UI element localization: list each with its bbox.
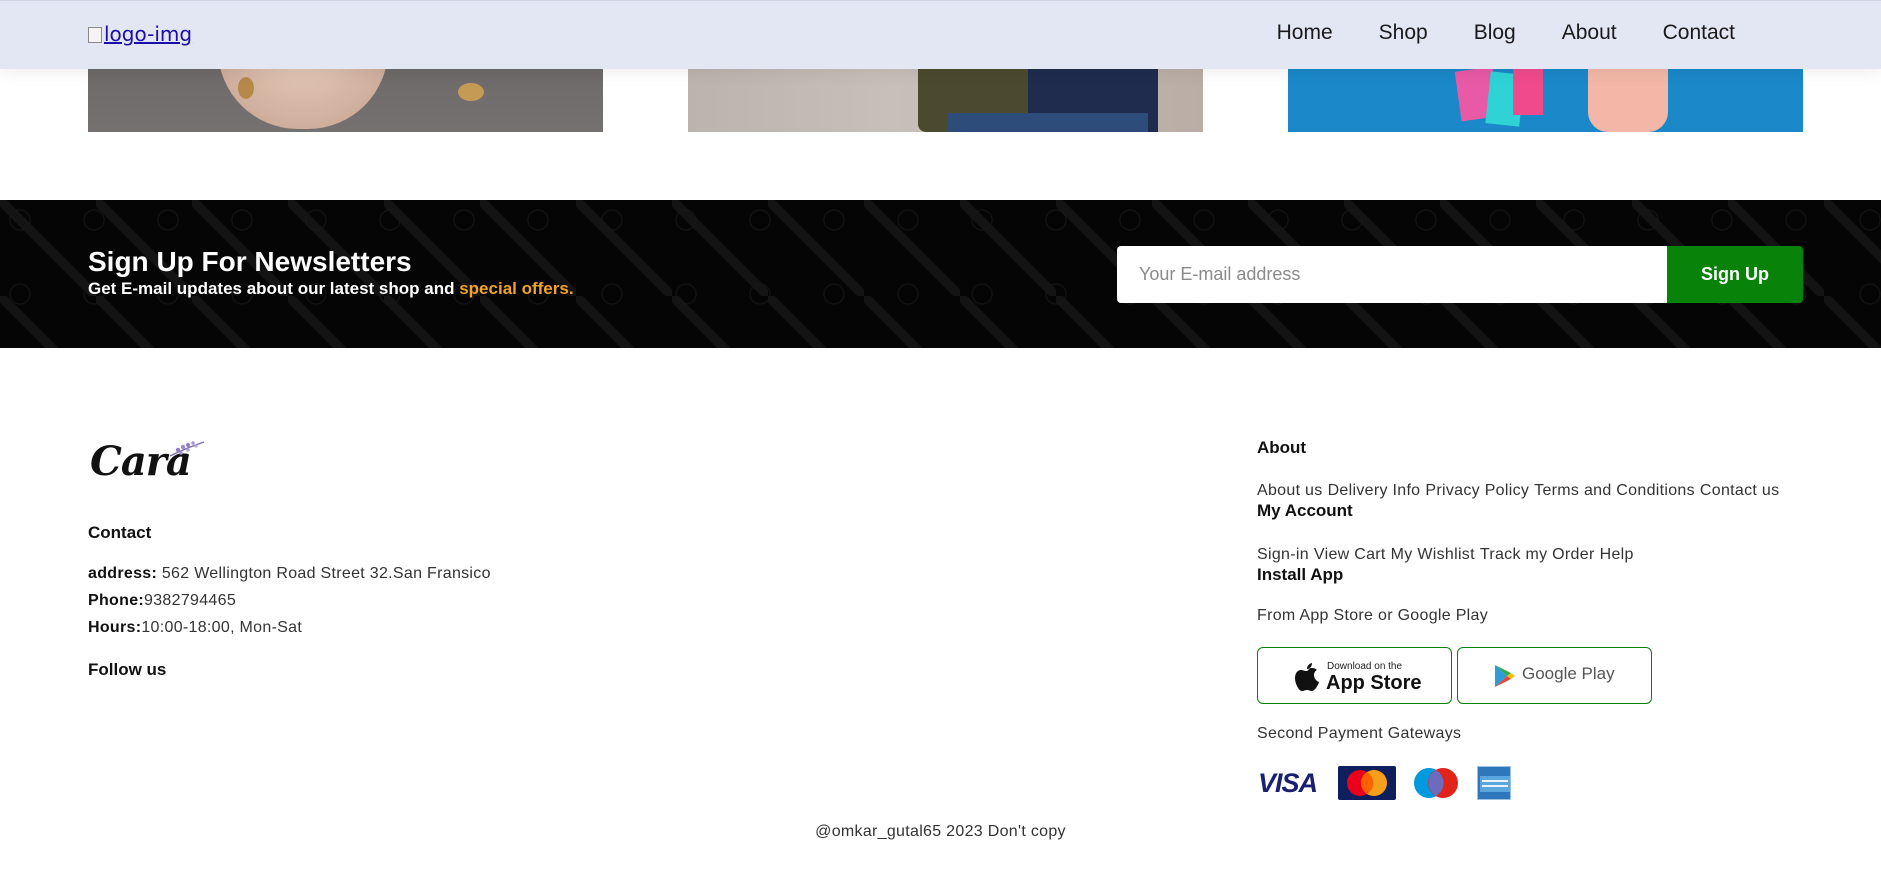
address-label: address: <box>88 565 158 582</box>
banner-image-shopping <box>1288 69 1803 132</box>
site-header: logo-img Home Shop Blog About Contact <box>0 0 1881 69</box>
mastercard-logo <box>1338 766 1396 800</box>
mastercard-icon <box>1347 770 1387 796</box>
contact-phone: Phone:9382794465 <box>88 592 236 610</box>
app-store-small-text: Download on the <box>1327 661 1403 672</box>
link-privacy-policy[interactable]: Privacy Policy <box>1425 482 1529 500</box>
contact-heading: Contact <box>88 523 152 542</box>
link-my-wishlist[interactable]: My Wishlist <box>1391 546 1475 564</box>
contact-hours: Hours:10:00-18:00, Mon-Sat <box>88 619 302 637</box>
app-store-text: App Store <box>1326 672 1422 694</box>
sign-up-button[interactable]: Sign Up <box>1667 246 1803 303</box>
hours-value: 10:00-18:00, Mon-Sat <box>141 619 303 636</box>
about-heading: About <box>1257 438 1307 457</box>
nav-about[interactable]: About <box>1562 21 1617 45</box>
link-delivery-info[interactable]: Delivery Info <box>1328 482 1421 500</box>
about-links: About us Delivery Info Privacy Policy Te… <box>1257 482 1779 500</box>
logo-alt-text: logo-img <box>104 22 193 46</box>
payment-gateways-text: Second Payment Gateways <box>1257 725 1462 742</box>
google-play-text: Google Play <box>1522 664 1615 683</box>
link-help[interactable]: Help <box>1600 546 1634 564</box>
maestro-logo <box>1407 766 1465 800</box>
follow-us-heading: Follow us <box>88 660 167 679</box>
address-value: 562 Wellington Road Street 32.San Fransi… <box>157 565 491 582</box>
contact-address: address: 562 Wellington Road Street 32.S… <box>88 565 491 583</box>
google-play-button[interactable]: Google Play <box>1457 647 1652 704</box>
install-app-heading: Install App <box>1257 565 1344 584</box>
phone-value: 9382794465 <box>144 592 237 609</box>
amex-logo <box>1477 766 1511 800</box>
newsletter-subtitle-text: Get E-mail updates about our latest shop… <box>88 279 460 298</box>
phone-label: Phone: <box>88 592 145 609</box>
link-view-cart[interactable]: View Cart <box>1314 546 1386 564</box>
apple-icon <box>1295 663 1319 691</box>
visa-logo: VISA <box>1258 766 1324 800</box>
nav-shop[interactable]: Shop <box>1379 21 1428 45</box>
broken-image-icon <box>88 27 102 43</box>
logo-link[interactable]: logo-img <box>88 22 192 46</box>
banner-image-couple <box>688 69 1203 132</box>
lavender-sprig-icon <box>169 441 205 457</box>
hours-label: Hours: <box>88 619 142 636</box>
amex-icon <box>1480 776 1510 792</box>
nav-blog[interactable]: Blog <box>1474 21 1516 45</box>
link-contact-us[interactable]: Contact us <box>1700 482 1779 500</box>
main-nav: Home Shop Blog About Contact <box>1277 21 1735 45</box>
nav-home[interactable]: Home <box>1277 21 1333 45</box>
banner-image-jewelry <box>88 69 603 132</box>
newsletter-subtitle: Get E-mail updates about our latest shop… <box>88 279 574 299</box>
newsletter-email-input[interactable] <box>1117 246 1667 303</box>
newsletter-title: Sign Up For Newsletters <box>88 246 412 277</box>
my-account-heading: My Account <box>1257 501 1353 520</box>
app-store-button[interactable]: Download on the App Store <box>1257 647 1452 704</box>
footer-logo: Cara <box>88 434 208 486</box>
maestro-icon <box>1414 768 1458 798</box>
copyright-text: @omkar_gutal65 2023 Don't copy <box>815 823 1066 840</box>
install-app-text: From App Store or Google Play <box>1257 607 1489 624</box>
newsletter-form: Sign Up <box>1117 246 1803 303</box>
visa-text: VISA <box>1258 768 1318 798</box>
newsletter-section: Sign Up For Newsletters Get E-mail updat… <box>0 200 1881 348</box>
link-about-us[interactable]: About us <box>1257 482 1323 500</box>
nav-contact[interactable]: Contact <box>1663 21 1735 45</box>
google-play-icon <box>1495 665 1515 687</box>
link-track-my-order[interactable]: Track my Order <box>1480 546 1595 564</box>
account-links: Sign-in View Cart My Wishlist Track my O… <box>1257 546 1634 564</box>
newsletter-subtitle-accent: special offers. <box>459 279 574 298</box>
link-sign-in[interactable]: Sign-in <box>1257 546 1309 564</box>
link-terms-and-conditions[interactable]: Terms and Conditions <box>1534 482 1695 500</box>
